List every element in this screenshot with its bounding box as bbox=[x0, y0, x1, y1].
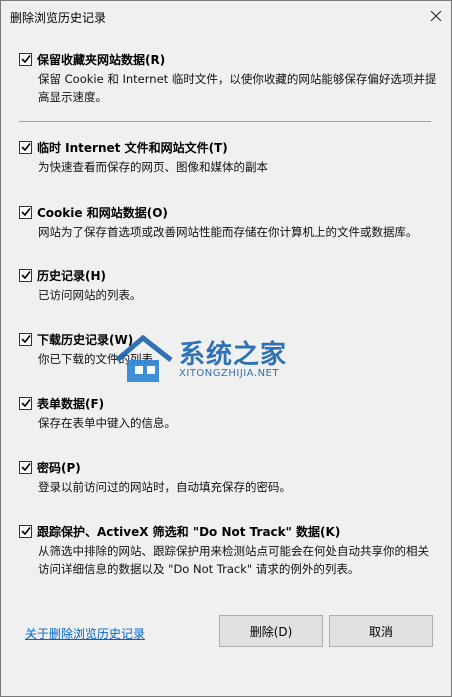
option-label[interactable]: 临时 Internet 文件和网站文件(T) bbox=[37, 139, 228, 156]
option-label[interactable]: 密码(P) bbox=[37, 459, 81, 476]
house-logo-icon bbox=[115, 334, 173, 382]
option-description: 从筛选中排除的网站、跟踪保护用来检测站点可能会在何处自动共享你的相关访问详细信息… bbox=[38, 544, 429, 576]
option-description: 保存在表单中键入的信息。 bbox=[38, 416, 176, 430]
option-description: 已访问网站的列表。 bbox=[38, 288, 142, 302]
watermark-title: 系统之家 bbox=[179, 340, 288, 370]
option-passwords: 密码(P) 登录以前访问过的网站时，自动填充保存的密码。 bbox=[19, 459, 439, 496]
option-label[interactable]: 跟踪保护、ActiveX 筛选和 "Do Not Track" 数据(K) bbox=[37, 523, 340, 540]
checkmark-icon bbox=[20, 143, 31, 152]
option-tracking-protection: 跟踪保护、ActiveX 筛选和 "Do Not Track" 数据(K) 从筛… bbox=[19, 523, 439, 578]
option-history: 历史记录(H) 已访问网站的列表。 bbox=[19, 267, 439, 304]
cancel-button-label: 取消 bbox=[368, 624, 393, 639]
option-form-data: 表单数据(F) 保存在表单中键入的信息。 bbox=[19, 395, 439, 432]
about-delete-history-link[interactable]: 关于删除浏览历史记录 bbox=[25, 625, 145, 642]
option-description: 登录以前访问过的网站时，自动填充保存的密码。 bbox=[38, 480, 291, 494]
window-title: 删除浏览历史记录 bbox=[10, 11, 107, 25]
title-bar: 删除浏览历史记录 bbox=[1, 1, 451, 31]
checkbox-download-history[interactable] bbox=[19, 332, 32, 346]
option-label[interactable]: 保留收藏夹网站数据(R) bbox=[37, 51, 165, 68]
divider bbox=[19, 121, 431, 122]
checkmark-icon bbox=[20, 463, 31, 472]
watermark-subtitle: XITONGZHIJIA.NET bbox=[179, 368, 279, 379]
checkbox-cookies[interactable] bbox=[19, 205, 32, 219]
option-description: 为快速查看而保存的网页、图像和媒体的副本 bbox=[38, 160, 268, 174]
delete-browsing-history-dialog: 删除浏览历史记录 保留收藏夹网站数据(R) 保留 Cookie 和 Intern… bbox=[0, 0, 452, 697]
checkmark-icon bbox=[20, 335, 31, 344]
checkmark-icon bbox=[20, 271, 31, 280]
dialog-content: 保留收藏夹网站数据(R) 保留 Cookie 和 Internet 临时文件，以… bbox=[1, 31, 451, 696]
option-label[interactable]: 历史记录(H) bbox=[37, 267, 106, 284]
checkmark-icon bbox=[20, 527, 31, 536]
option-preserve-favorites: 保留收藏夹网站数据(R) 保留 Cookie 和 Internet 临时文件，以… bbox=[19, 51, 439, 106]
site-watermark: 系统之家 XITONGZHIJIA.NET bbox=[113, 328, 363, 388]
option-description: 保留 Cookie 和 Internet 临时文件，以使你收藏的网站能够保存偏好… bbox=[38, 72, 437, 104]
checkbox-history[interactable] bbox=[19, 268, 32, 282]
option-temp-files: 临时 Internet 文件和网站文件(T) 为快速查看而保存的网页、图像和媒体… bbox=[19, 139, 439, 176]
checkbox-form-data[interactable] bbox=[19, 396, 32, 410]
option-description: 网站为了保存首选项或改善网站性能而存储在你计算机上的文件或数据库。 bbox=[38, 225, 418, 239]
delete-button[interactable]: 删除(D) bbox=[219, 615, 323, 647]
option-label[interactable]: Cookie 和网站数据(O) bbox=[37, 204, 168, 221]
option-cookies: Cookie 和网站数据(O) 网站为了保存首选项或改善网站性能而存储在你计算机… bbox=[19, 204, 439, 241]
checkmark-icon bbox=[20, 208, 31, 217]
close-button[interactable] bbox=[421, 1, 451, 31]
checkbox-tracking-protection[interactable] bbox=[19, 524, 32, 538]
option-label[interactable]: 表单数据(F) bbox=[37, 395, 104, 412]
checkmark-icon bbox=[20, 399, 31, 408]
checkbox-temp-files[interactable] bbox=[19, 140, 32, 154]
cancel-button[interactable]: 取消 bbox=[329, 615, 433, 647]
checkmark-icon bbox=[20, 55, 31, 64]
close-icon bbox=[430, 10, 442, 22]
checkbox-passwords[interactable] bbox=[19, 460, 32, 474]
delete-button-label: 删除(D) bbox=[249, 624, 293, 639]
checkbox-preserve-favorites[interactable] bbox=[19, 52, 32, 66]
